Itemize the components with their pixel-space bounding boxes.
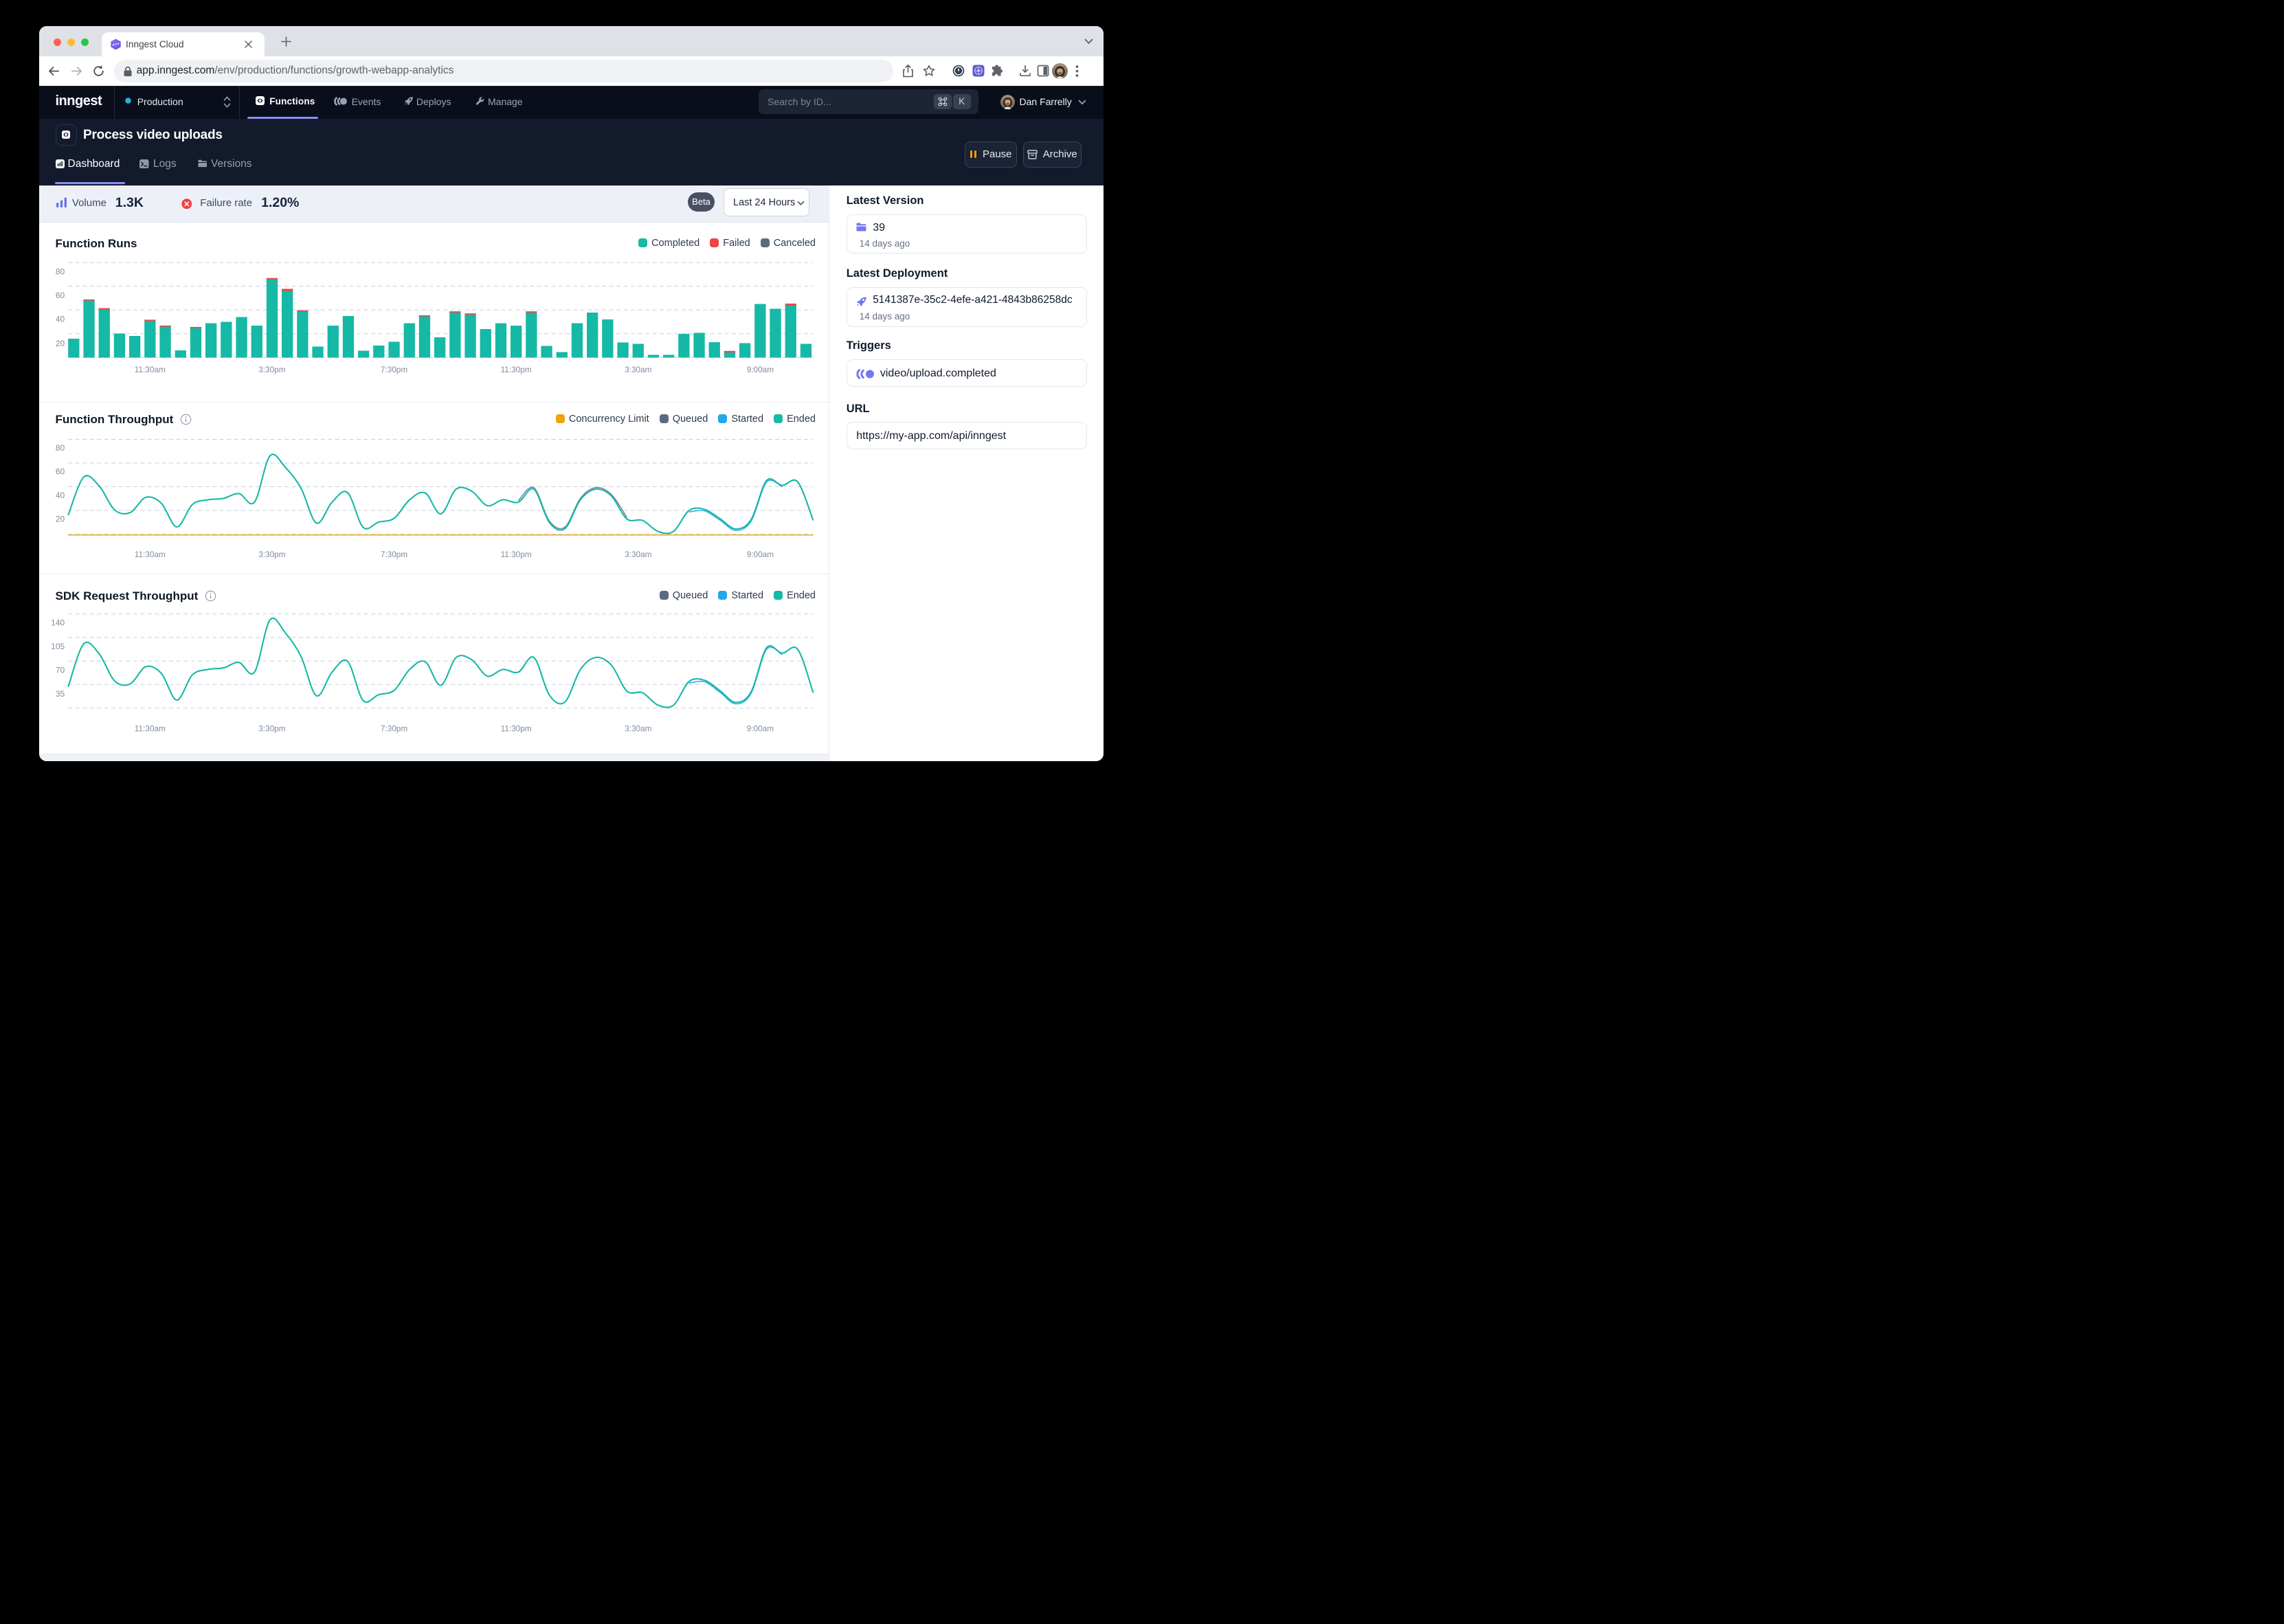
svg-text:9:00am: 9:00am <box>746 365 774 374</box>
svg-text:3:30pm: 3:30pm <box>258 550 286 559</box>
svg-text:20: 20 <box>55 338 65 348</box>
svg-text:20: 20 <box>55 514 65 523</box>
svg-text:60: 60 <box>55 466 65 476</box>
svg-text:11:30pm: 11:30pm <box>500 550 531 559</box>
svg-text:9:00am: 9:00am <box>746 550 774 559</box>
svg-text:3:30am: 3:30am <box>625 550 652 559</box>
svg-text:9:00am: 9:00am <box>746 723 774 733</box>
svg-text:105: 105 <box>51 642 65 651</box>
svg-text:3:30am: 3:30am <box>625 723 652 733</box>
svg-text:140: 140 <box>51 618 65 627</box>
svg-text:3:30pm: 3:30pm <box>258 723 286 733</box>
svg-text:40: 40 <box>55 490 65 500</box>
svg-text:7:30pm: 7:30pm <box>380 550 407 559</box>
svg-text:11:30am: 11:30am <box>134 365 165 374</box>
svg-text:11:30am: 11:30am <box>134 723 165 733</box>
svg-text:60: 60 <box>55 290 65 300</box>
svg-text:11:30pm: 11:30pm <box>500 723 531 733</box>
svg-text:3:30am: 3:30am <box>625 365 652 374</box>
svg-text:11:30pm: 11:30pm <box>500 365 531 374</box>
svg-text:11:30am: 11:30am <box>134 550 165 559</box>
svg-text:80: 80 <box>55 267 65 276</box>
svg-text:40: 40 <box>55 314 65 324</box>
svg-text:3:30pm: 3:30pm <box>258 365 286 374</box>
svg-text:80: 80 <box>55 443 65 453</box>
svg-text:7:30pm: 7:30pm <box>380 723 407 733</box>
svg-text:7:30pm: 7:30pm <box>380 365 407 374</box>
svg-text:35: 35 <box>55 689 65 699</box>
svg-text:70: 70 <box>55 665 65 675</box>
